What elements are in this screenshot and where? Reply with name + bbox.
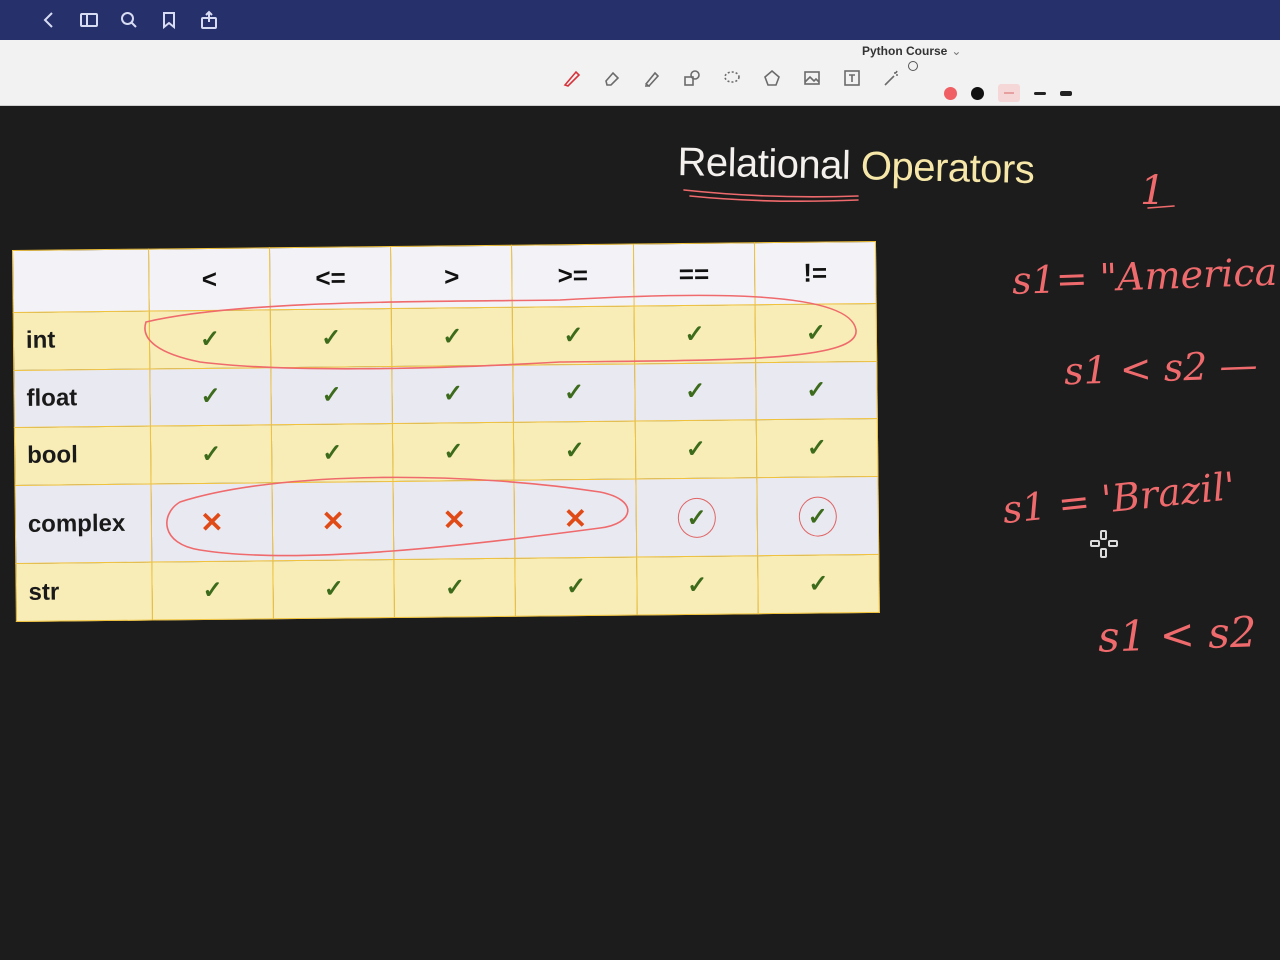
check-icon: ✓ <box>391 307 514 367</box>
color-swatch-black[interactable] <box>971 86 984 100</box>
share-icon[interactable] <box>198 9 220 31</box>
check-icon: ✓ <box>634 362 757 422</box>
circled-check-cell: ✓ <box>635 477 758 558</box>
pen-icon[interactable] <box>560 66 584 90</box>
table-header-row: < <= > >= == != <box>12 241 877 313</box>
title-word-operators: Operators <box>860 144 1035 193</box>
check-icon: ✓ <box>756 418 878 478</box>
table-row: str ✓ ✓ ✓ ✓ ✓ ✓ <box>15 554 880 622</box>
handwritten-line-america: s1= "America" <box>1011 249 1280 303</box>
stroke-thick-option[interactable] <box>1060 90 1072 96</box>
check-icon: ✓ <box>633 304 756 364</box>
eraser-icon[interactable] <box>600 66 624 90</box>
table-corner <box>12 249 150 313</box>
check-icon: ✓ <box>755 361 878 420</box>
table-row: complex ✕ ✕ ✕ ✕ ✓ ✓ <box>14 476 879 564</box>
crosshair-cursor-icon <box>1090 530 1118 558</box>
check-icon: ✓ <box>151 561 274 621</box>
check-icon: ✓ <box>636 556 759 615</box>
check-icon: ✓ <box>150 424 273 484</box>
check-icon: ✓ <box>270 308 393 368</box>
row-label: int <box>13 311 150 371</box>
handwritten-number: 1 <box>1140 168 1166 214</box>
color-swatch-red[interactable] <box>944 86 957 100</box>
cross-icon: ✕ <box>514 478 637 559</box>
check-icon: ✓ <box>515 557 637 617</box>
stroke-medium-option[interactable] <box>1034 91 1046 95</box>
bookmark-icon[interactable] <box>158 9 180 31</box>
check-icon: ✓ <box>754 303 877 363</box>
color-swatches <box>944 84 1072 102</box>
check-icon: ✓ <box>512 305 635 365</box>
title-underline-stroke <box>683 189 859 202</box>
laser-icon[interactable] <box>880 66 904 90</box>
row-label: float <box>13 368 151 428</box>
title-word-relational: Relational <box>677 140 851 188</box>
check-icon: ✓ <box>394 558 516 618</box>
shapes-icon[interactable] <box>680 66 704 90</box>
check-icon: ✓ <box>513 421 636 480</box>
column-header: >= <box>511 243 634 308</box>
check-icon: ✓ <box>392 422 515 482</box>
table-row: float ✓ ✓ ✓ ✓ ✓ ✓ <box>13 361 878 428</box>
row-label: complex <box>14 483 152 564</box>
sticker-icon[interactable] <box>760 66 784 90</box>
page-title: Relational Operators <box>677 140 1035 193</box>
row-label: str <box>15 562 153 622</box>
table-row: bool ✓ ✓ ✓ ✓ ✓ ✓ <box>14 418 878 486</box>
operator-grid: < <= > >= == != int ✓ ✓ ✓ ✓ ✓ ✓ float ✓ … <box>12 241 880 622</box>
table-row: int ✓ ✓ ✓ ✓ ✓ ✓ <box>13 303 877 371</box>
column-header: < <box>148 247 271 312</box>
text-icon[interactable] <box>840 66 864 90</box>
back-icon[interactable] <box>38 9 60 31</box>
cross-icon: ✕ <box>272 481 395 562</box>
operator-table: < <= > >= == != int ✓ ✓ ✓ ✓ ✓ ✓ float ✓ … <box>12 241 880 622</box>
stroke-thin-option[interactable] <box>998 84 1020 102</box>
check-icon: ✓ <box>634 419 757 479</box>
chevron-down-icon: ⌄ <box>951 44 962 58</box>
presence-icon[interactable] <box>908 61 918 71</box>
notebook-title[interactable]: Python Course ⌄ <box>862 44 961 58</box>
notebook-bar: Python Course ⌄ <box>0 40 1280 106</box>
handwritten-line-compare-2: s1 < s2 <box>1097 607 1258 662</box>
handwritten-line-brazil: s1 = 'Brazil' <box>1000 463 1238 533</box>
column-header: == <box>633 242 755 306</box>
image-icon[interactable] <box>800 66 824 90</box>
circled-check-cell: ✓ <box>756 476 879 557</box>
check-icon: ✓ <box>392 364 514 424</box>
check-icon: ✓ <box>798 495 837 537</box>
highlighter-icon[interactable] <box>640 66 664 90</box>
check-icon: ✓ <box>149 367 272 427</box>
notebook-title-text: Python Course <box>862 44 948 58</box>
column-header: != <box>754 241 877 305</box>
row-label: bool <box>14 426 151 486</box>
check-icon: ✓ <box>270 366 393 425</box>
cross-icon: ✕ <box>150 482 273 563</box>
search-icon[interactable] <box>118 9 140 31</box>
cross-icon: ✕ <box>393 479 516 560</box>
notebook-icon[interactable] <box>78 9 100 31</box>
column-header: > <box>390 245 513 309</box>
lasso-icon[interactable] <box>720 66 744 90</box>
check-icon: ✓ <box>757 554 880 614</box>
check-icon: ✓ <box>272 559 395 619</box>
check-icon: ✓ <box>271 423 394 483</box>
column-header: <= <box>269 246 392 310</box>
app-toolbar <box>0 0 1280 40</box>
check-icon: ✓ <box>149 309 271 369</box>
handwritten-line-compare: s1 < s2 — <box>1063 342 1259 394</box>
pen-toolbar <box>560 66 904 90</box>
check-icon: ✓ <box>513 363 635 423</box>
check-icon: ✓ <box>677 497 716 538</box>
